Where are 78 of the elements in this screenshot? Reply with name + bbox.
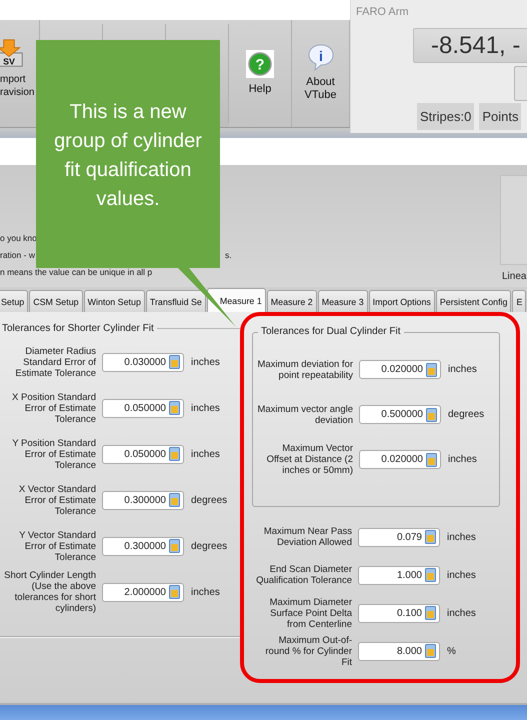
number-field[interactable]: 0.020000 <box>359 450 441 469</box>
number-field[interactable]: 0.050000 <box>102 398 184 418</box>
tab[interactable]: Measure 1 <box>206 288 266 312</box>
number-field[interactable]: 0.020000 <box>359 360 441 379</box>
unit-label: degrees <box>191 540 228 552</box>
tab[interactable]: Winton Setup <box>84 290 145 312</box>
number-field[interactable]: 8.000 <box>358 642 440 660</box>
tab[interactable]: Measure 3 <box>318 290 368 312</box>
field-label: Short Cylinder Length (Use the above tolerances for short cylinders) <box>3 570 96 614</box>
field-label: Y Vector Standard Error of Estimate Tolerance <box>18 530 96 562</box>
field-label: Maximum Diameter Surface Point Delta from Centerline <box>268 596 352 630</box>
toolbar-button[interactable]: i About VTube <box>292 20 350 127</box>
unit-label: inches <box>448 454 477 465</box>
stripes-count: Stripes:0 <box>417 103 474 130</box>
group-title: Tolerances for Shorter Cylinder Fit <box>2 323 154 334</box>
calculator-icon[interactable] <box>425 606 436 620</box>
panel-label: Linea <box>502 271 527 282</box>
calculator-icon[interactable] <box>425 568 436 582</box>
calculator-icon[interactable] <box>169 585 180 599</box>
points-count: Points <box>479 103 522 130</box>
unit-label: inches <box>191 356 220 368</box>
field-label: End Scan Diameter Qualification Tolerance <box>256 564 352 586</box>
unit-label: degrees <box>448 409 484 420</box>
number-field[interactable]: 0.100 <box>358 604 440 622</box>
number-field[interactable]: 2.000000 <box>102 582 184 602</box>
calculator-icon[interactable] <box>425 530 436 544</box>
number-field[interactable]: 0.079 <box>358 528 440 546</box>
calculator-icon[interactable] <box>169 401 180 415</box>
field-label: Maximum Near Pass Deviation Allowed <box>262 526 352 548</box>
tab[interactable]: Transfluid Se <box>146 290 206 312</box>
callout-text: This is a new group of cylinder fit qualification values. <box>53 100 203 212</box>
number-field[interactable]: 0.050000 <box>102 444 184 464</box>
tab[interactable]: CSM Setup <box>29 290 83 312</box>
window-title: FARO Arm <box>356 6 409 18</box>
calculator-icon[interactable] <box>169 355 180 369</box>
field-label: Y Position Standard Error of Estimate Tolerance <box>11 438 96 470</box>
field-label: Maximum Out-of-round % for Cylinder Fit <box>264 634 352 668</box>
unit-label: % <box>447 646 456 656</box>
info-icon: i <box>306 43 334 71</box>
toolbar-button[interactable]: ? Help <box>229 20 292 127</box>
note-text: ration - w <box>0 249 35 262</box>
help-icon: ? <box>246 50 274 78</box>
tab[interactable]: E <box>512 290 526 312</box>
unit-label: inches <box>191 448 220 460</box>
calculator-icon[interactable] <box>426 408 437 422</box>
field-label: Maximum vector angle deviation <box>257 404 353 426</box>
unit-label: inches <box>191 402 220 414</box>
field-label: Maximum deviation for point repeatability <box>257 358 353 380</box>
position-readout: -8.541, - <box>413 28 527 63</box>
note-text: n means the value can be unique in all p <box>0 266 152 279</box>
unit-label: inches <box>447 570 476 580</box>
unit-label: inches <box>447 532 476 542</box>
unit-label: degrees <box>191 494 228 506</box>
field-label: X Vector Standard Error of Estimate Tolerance <box>18 484 96 516</box>
field-label: Maximum Vector Offset at Distance (2 inches or 50mm) <box>266 443 353 476</box>
number-field[interactable]: 1.000 <box>358 566 440 584</box>
calculator-icon[interactable] <box>426 362 437 376</box>
tab[interactable]: Measure 2 <box>266 290 317 312</box>
group-title: Tolerances for Dual Cylinder Fit <box>258 326 404 337</box>
field-label: Diameter Radius Standard Error of Estimate Tolerance <box>14 346 96 378</box>
number-field[interactable]: 0.500000 <box>359 405 441 424</box>
tab[interactable]: Import Options <box>368 290 435 312</box>
calculator-icon[interactable] <box>169 447 180 461</box>
number-field[interactable]: 0.030000 <box>102 352 184 372</box>
calculator-icon[interactable] <box>169 493 180 507</box>
number-field[interactable]: 0.300000 <box>102 536 184 556</box>
note-text: s. <box>224 249 232 262</box>
field-label: X Position Standard Error of Estimate Tolerance <box>11 392 96 424</box>
toolbar-button[interactable]: SV mport ravision <box>0 20 40 127</box>
unit-label: inches <box>447 608 476 618</box>
calculator-icon[interactable] <box>169 539 180 553</box>
tab[interactable]: Persistent Config <box>436 290 512 312</box>
tab[interactable]: Setup <box>0 290 28 312</box>
unit-label: inches <box>191 586 220 598</box>
number-field[interactable]: 0.300000 <box>102 490 184 510</box>
calculator-icon[interactable] <box>425 644 436 658</box>
unit-label: inches <box>448 364 477 375</box>
calculator-icon[interactable] <box>426 452 437 466</box>
